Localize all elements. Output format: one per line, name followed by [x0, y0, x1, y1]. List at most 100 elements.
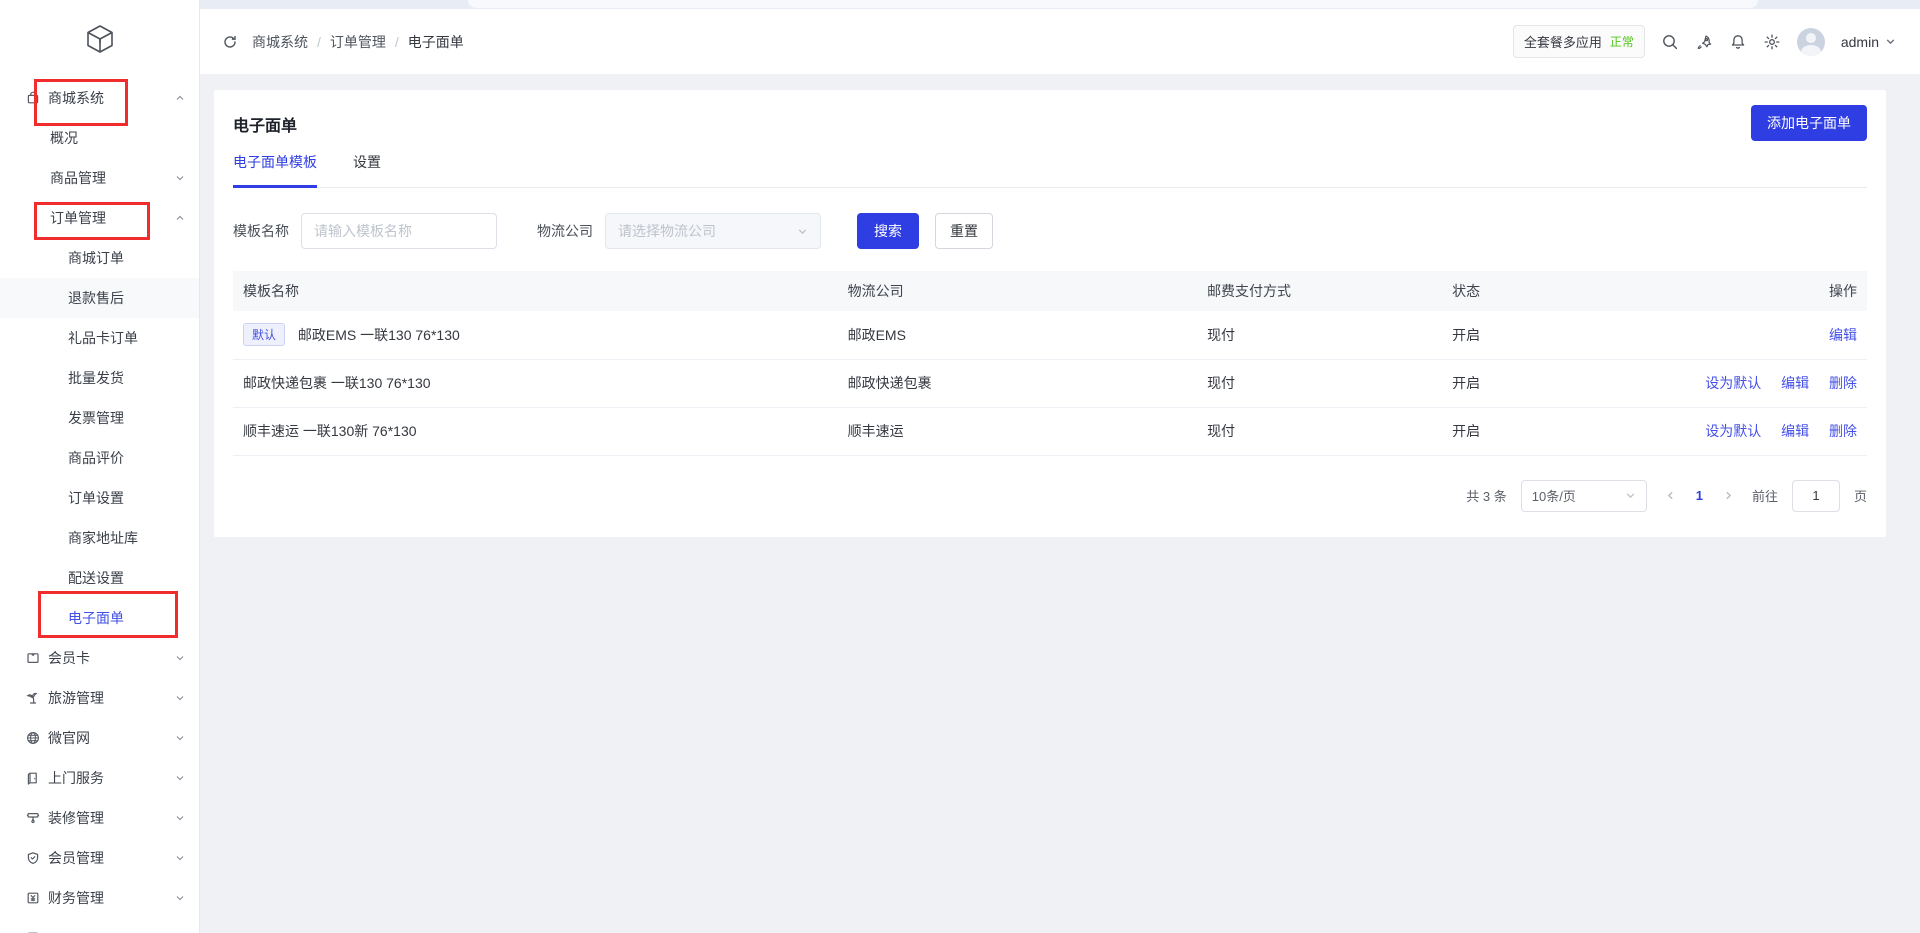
page-unit-label: 页	[1854, 486, 1867, 505]
next-page-icon[interactable]	[1723, 490, 1734, 501]
template-name: 邮政EMS 一联130 76*130	[298, 327, 460, 343]
tab-bar: 电子面单模板 设置	[233, 152, 1867, 188]
set-default-link[interactable]: 设为默认	[1705, 423, 1761, 439]
member-card-icon	[24, 650, 41, 667]
status-cell: 开启	[1442, 359, 1654, 407]
sidebar-item-door-service[interactable]: 上门服务	[0, 758, 199, 798]
logistics-select[interactable]: 请选择物流公司	[605, 213, 821, 249]
sidebar-item-label: 财务管理	[48, 888, 104, 908]
rocket-icon[interactable]	[1695, 33, 1713, 51]
edit-link[interactable]: 编辑	[1829, 327, 1857, 343]
sidebar-item-decoration-mgmt[interactable]: 装修管理	[0, 798, 199, 838]
sidebar-item-giftcard-orders[interactable]: 礼品卡订单	[0, 318, 199, 358]
set-default-link[interactable]: 设为默认	[1705, 375, 1761, 391]
sidebar-item-member-mgmt[interactable]: 会员管理	[0, 838, 199, 878]
template-name-input[interactable]	[301, 213, 497, 249]
delete-link[interactable]: 删除	[1829, 375, 1857, 391]
sidebar-item-label: 商品管理	[50, 168, 106, 188]
browser-addressbar-fragment	[468, 0, 1758, 8]
col-actions: 操作	[1655, 271, 1867, 311]
sidebar-item-label: 会员卡	[48, 648, 90, 668]
refresh-icon[interactable]	[222, 34, 238, 50]
sidebar-item-travel-mgmt[interactable]: 旅游管理	[0, 678, 199, 718]
avatar[interactable]	[1797, 28, 1825, 56]
sidebar: 商城系统 概况 商品管理 订单管理 商城订单 退款售后 礼品卡订单 批量发货 发…	[0, 0, 200, 933]
tab-ewaybill-template[interactable]: 电子面单模板	[233, 152, 317, 188]
chevron-down-icon	[175, 173, 185, 183]
search-button[interactable]: 搜索	[857, 213, 919, 249]
sidebar-item-label: 概况	[50, 128, 78, 148]
tab-settings[interactable]: 设置	[353, 152, 381, 188]
sidebar-item-invoice-mgmt[interactable]: 发票管理	[0, 398, 199, 438]
sidebar-item-mall-system[interactable]: 商城系统	[0, 78, 199, 118]
table-header-row: 模板名称 物流公司 邮费支付方式 状态 操作	[233, 271, 1867, 311]
globe-icon	[24, 730, 41, 747]
logistics-label: 物流公司	[537, 221, 593, 241]
chevron-up-icon	[175, 213, 185, 223]
sidebar-item-label: 商城订单	[68, 248, 124, 268]
sidebar-item-label: 微官网	[48, 728, 90, 748]
sidebar-item-label: 商家地址库	[68, 528, 138, 548]
sidebar-item-finance-mgmt[interactable]: 财务管理	[0, 878, 199, 918]
sidebar-item-label: 电子面单	[68, 608, 124, 628]
sidebar-item-mall-orders[interactable]: 商城订单	[0, 238, 199, 278]
page-number-group: 1	[1665, 488, 1734, 503]
edit-link[interactable]: 编辑	[1781, 375, 1809, 391]
user-menu[interactable]: admin	[1841, 34, 1896, 50]
table-row: 默认 邮政EMS 一联130 76*130 邮政EMS 现付 开启 编辑	[233, 311, 1867, 359]
plan-badge-label: 全套餐多应用	[1524, 32, 1602, 51]
sidebar-item-partial[interactable]	[0, 918, 199, 933]
sidebar-item-order-mgmt[interactable]: 订单管理	[0, 198, 199, 238]
prev-page-icon[interactable]	[1665, 490, 1676, 501]
plan-status-badge: 正常	[1610, 33, 1634, 50]
add-ewaybill-button[interactable]: 添加电子面单	[1751, 105, 1867, 141]
chevron-down-icon	[175, 653, 185, 663]
sidebar-item-ewaybill[interactable]: 电子面单	[0, 598, 199, 638]
app-logo[interactable]	[0, 0, 199, 78]
plan-badge[interactable]: 全套餐多应用 正常	[1513, 25, 1645, 58]
bell-icon[interactable]	[1729, 33, 1747, 51]
sidebar-item-label: 批量发货	[68, 368, 124, 388]
header-actions: 全套餐多应用 正常 admin	[1513, 25, 1896, 58]
sidebar-item-refund-aftersale[interactable]: 退款售后	[0, 278, 199, 318]
bag-icon	[24, 90, 41, 107]
sidebar-item-label: 礼品卡订单	[68, 328, 138, 348]
logistics-cell: 邮政EMS	[838, 311, 1197, 359]
sidebar-item-micro-site[interactable]: 微官网	[0, 718, 199, 758]
template-name: 顺丰速运 一联130新 76*130	[243, 423, 417, 439]
sidebar-item-overview[interactable]: 概况	[0, 118, 199, 158]
sidebar-item-delivery-settings[interactable]: 配送设置	[0, 558, 199, 598]
breadcrumb-item[interactable]: 商城系统	[252, 32, 308, 52]
breadcrumb: 商城系统 / 订单管理 / 电子面单	[252, 32, 464, 52]
sidebar-item-product-mgmt[interactable]: 商品管理	[0, 158, 199, 198]
sidebar-item-product-reviews[interactable]: 商品评价	[0, 438, 199, 478]
reset-button[interactable]: 重置	[935, 213, 993, 249]
chevron-down-icon	[175, 813, 185, 823]
sidebar-item-label: 装修管理	[48, 808, 104, 828]
logistics-cell: 顺丰速运	[838, 407, 1197, 455]
sidebar-item-batch-shipping[interactable]: 批量发货	[0, 358, 199, 398]
sidebar-item-member-card[interactable]: 会员卡	[0, 638, 199, 678]
page-size-select[interactable]: 10条/页	[1521, 480, 1647, 512]
door-icon	[24, 770, 41, 787]
user-name-label: admin	[1841, 34, 1879, 50]
edit-link[interactable]: 编辑	[1781, 423, 1809, 439]
travel-icon	[24, 690, 41, 707]
payment-cell: 现付	[1197, 359, 1442, 407]
clipped-icon	[24, 930, 41, 933]
sidebar-item-label: 上门服务	[48, 768, 104, 788]
current-page[interactable]: 1	[1696, 488, 1703, 503]
sidebar-item-label: 配送设置	[68, 568, 124, 588]
browser-chrome-strip	[0, 0, 1920, 9]
sidebar-item-order-settings[interactable]: 订单设置	[0, 478, 199, 518]
delete-link[interactable]: 删除	[1829, 423, 1857, 439]
table-row: 邮政快递包裹 一联130 76*130 邮政快递包裹 现付 开启 设为默认 编辑…	[233, 359, 1867, 407]
breadcrumb-item[interactable]: 订单管理	[330, 32, 386, 52]
goto-page-input[interactable]	[1792, 480, 1840, 512]
col-payment: 邮费支付方式	[1197, 271, 1442, 311]
gear-icon[interactable]	[1763, 33, 1781, 51]
search-icon[interactable]	[1661, 33, 1679, 51]
sidebar-menu: 商城系统 概况 商品管理 订单管理 商城订单 退款售后 礼品卡订单 批量发货 发…	[0, 78, 199, 933]
sidebar-item-merchant-address[interactable]: 商家地址库	[0, 518, 199, 558]
sidebar-item-label: 退款售后	[68, 288, 124, 308]
